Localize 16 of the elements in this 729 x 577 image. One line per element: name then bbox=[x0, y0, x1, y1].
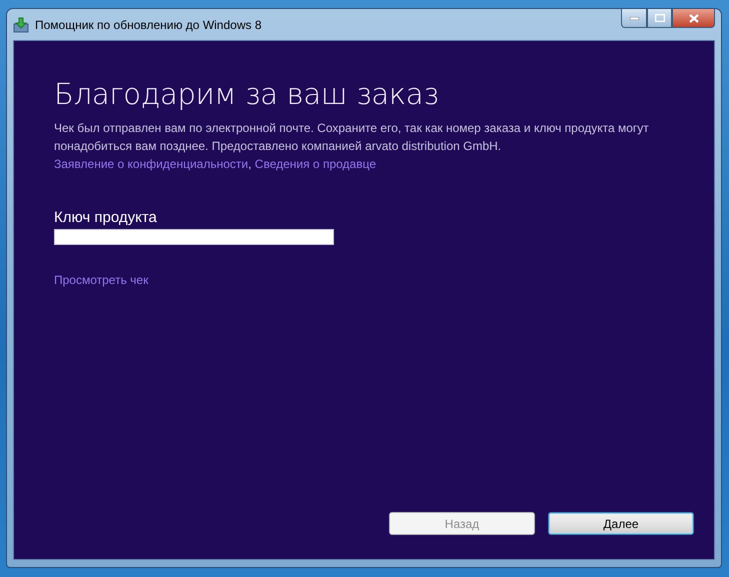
page-heading: Благодарим за ваш заказ bbox=[54, 77, 440, 111]
maximize-button[interactable] bbox=[647, 9, 672, 28]
installer-icon bbox=[13, 16, 29, 32]
view-receipt-link[interactable]: Просмотреть чек bbox=[54, 273, 148, 287]
next-button[interactable]: Далее bbox=[548, 512, 694, 535]
minimize-icon bbox=[630, 16, 638, 20]
product-key-label: Ключ продукта bbox=[54, 209, 158, 226]
close-icon bbox=[688, 14, 698, 22]
product-key-field[interactable] bbox=[54, 229, 334, 245]
receipt-notice: Чек был отправлен вам по электронной почте. Сохраните его, так как номер заказа и ключ продукта могут понадобиться вам позднее. Предоставлено компанией arvato distribution GmbH. Заявление о конфиденциальности, Сведения о продавце bbox=[54, 120, 650, 173]
privacy-statement-link[interactable]: Заявление о конфиденциальности bbox=[54, 157, 248, 171]
maximize-icon bbox=[654, 14, 664, 22]
window-title: Помощник по обновлению до Windows 8 bbox=[35, 18, 262, 32]
minimize-button[interactable] bbox=[621, 9, 647, 28]
close-button[interactable] bbox=[672, 9, 715, 28]
seller-info-link[interactable]: Сведения о продавце bbox=[254, 157, 376, 171]
